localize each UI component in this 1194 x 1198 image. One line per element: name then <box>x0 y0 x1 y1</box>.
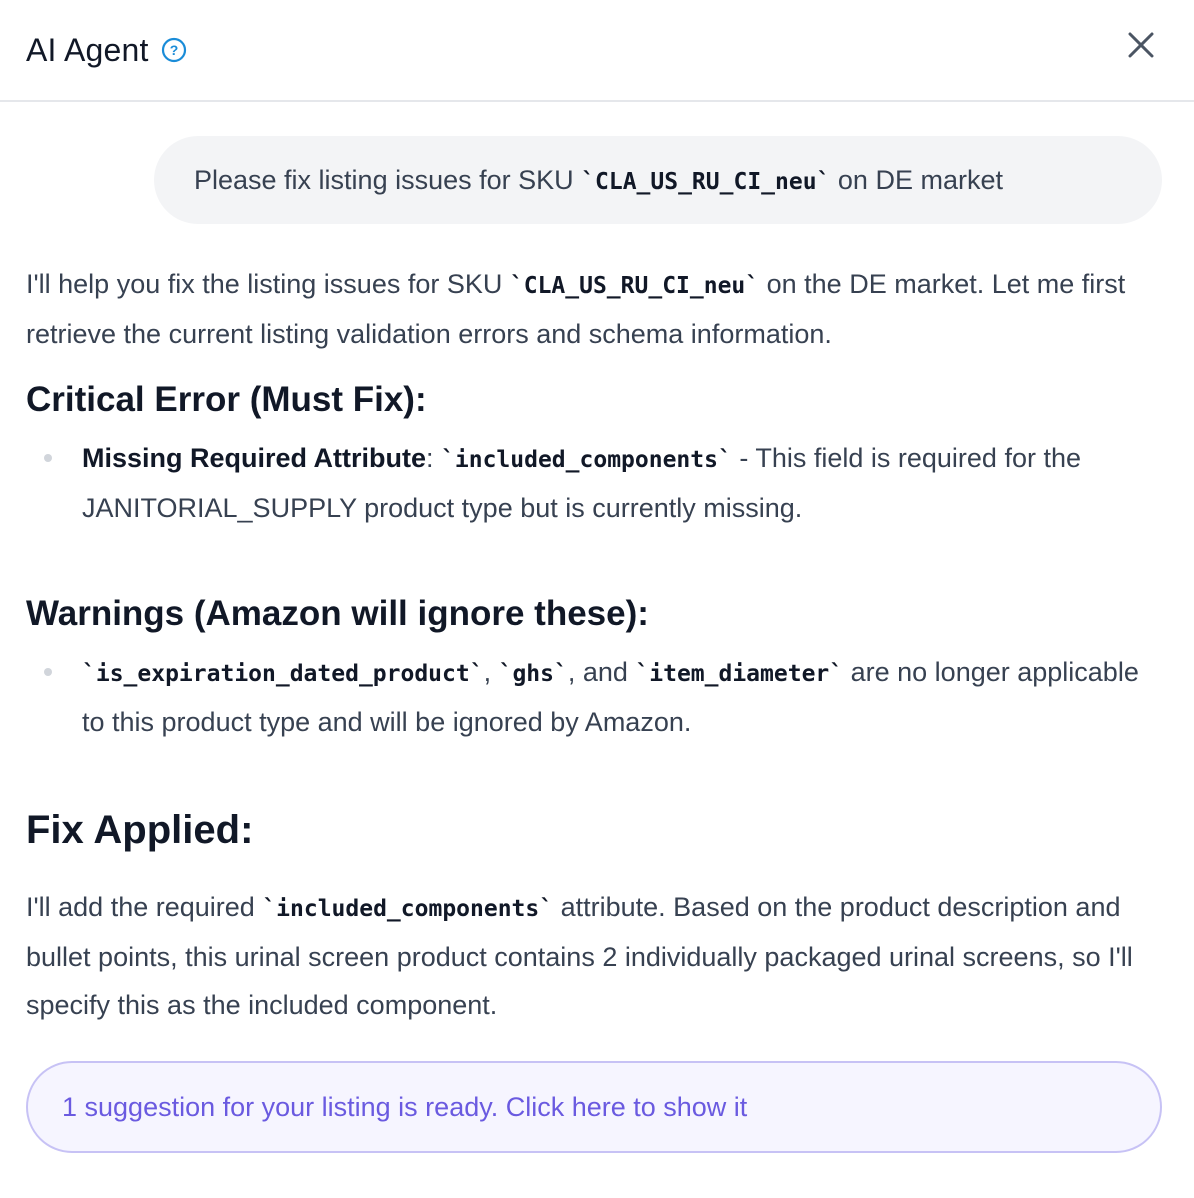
user-message-prefix: Please fix listing issues for SKU <box>194 164 582 195</box>
warning-code-1: `is_expiration_dated_product` <box>82 661 484 687</box>
list-item: Missing Required Attribute: `included_co… <box>26 434 1162 532</box>
warning-sep-2: , and <box>567 657 636 687</box>
fix-prefix: I'll add the required <box>26 892 263 922</box>
user-message-sku: `CLA_US_RU_CI_neu` <box>581 168 831 195</box>
panel-header: AI Agent ? <box>0 0 1194 102</box>
intro-prefix: I'll help you fix the listing issues for… <box>26 269 510 299</box>
suggestion-button[interactable]: 1 suggestion for your listing is ready. … <box>26 1061 1162 1153</box>
warnings-list: `is_expiration_dated_product`, `ghs`, an… <box>26 648 1162 746</box>
close-icon[interactable] <box>1126 30 1156 60</box>
user-message-suffix: on DE market <box>830 164 1003 195</box>
svg-text:?: ? <box>169 42 178 58</box>
suggestion-label: 1 suggestion for your listing is ready. … <box>62 1091 748 1122</box>
warning-code-2: `ghs` <box>498 661 568 687</box>
critical-item-colon: : <box>426 443 442 473</box>
fix-applied-heading: Fix Applied: <box>26 808 254 852</box>
critical-item-code: `included_components` <box>441 447 732 473</box>
question-circle-icon[interactable]: ? <box>161 37 187 63</box>
warning-code-3: `item_diameter` <box>635 661 844 687</box>
critical-error-list: Missing Required Attribute: `included_co… <box>26 434 1162 532</box>
warning-sep-1: , <box>483 657 499 687</box>
chat-content: Please fix listing issues for SKU `CLA_U… <box>0 102 1194 1153</box>
user-message-text: Please fix listing issues for SKU `CLA_U… <box>194 165 1003 196</box>
list-item: `is_expiration_dated_product`, `ghs`, an… <box>26 648 1162 746</box>
user-message-bubble: Please fix listing issues for SKU `CLA_U… <box>154 136 1162 224</box>
warnings-heading: Warnings (Amazon will ignore these): <box>26 594 649 633</box>
agent-intro-text: I'll help you fix the listing issues for… <box>26 260 1162 358</box>
fix-code: `included_components` <box>262 896 554 922</box>
intro-sku: `CLA_US_RU_CI_neu` <box>509 273 760 299</box>
critical-error-heading: Critical Error (Must Fix): <box>26 380 427 419</box>
critical-item-label: Missing Required Attribute <box>82 443 427 473</box>
fix-applied-text: I'll add the required `included_componen… <box>26 883 1162 1029</box>
panel-title: AI Agent <box>26 31 149 68</box>
